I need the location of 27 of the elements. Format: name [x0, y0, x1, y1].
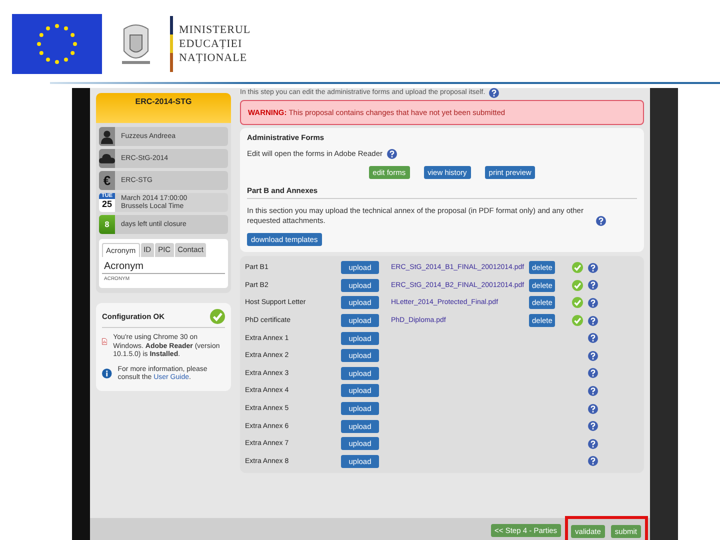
- help-icon[interactable]: [588, 298, 598, 308]
- help-icon[interactable]: [588, 368, 598, 378]
- euro-symbol: €: [103, 173, 111, 188]
- ministry-name: EDUCAȚIEI: [179, 38, 244, 50]
- ministry-name: NAȚIONALE: [179, 52, 248, 64]
- count-badge: 8: [99, 215, 115, 234]
- help-icon[interactable]: [588, 421, 598, 432]
- person-icon: [101, 130, 113, 144]
- help-icon[interactable]: [596, 216, 606, 226]
- help-icon[interactable]: [588, 404, 598, 414]
- tricolor-bar: [170, 16, 173, 72]
- help-icon[interactable]: [588, 280, 598, 290]
- acronym-field[interactable]: Acronym: [102, 260, 225, 274]
- help-icon[interactable]: [386, 149, 396, 159]
- help-icon[interactable]: [588, 350, 598, 361]
- help-icon[interactable]: [588, 262, 598, 273]
- call-title-bar: ERC-2014-STG: [96, 93, 231, 123]
- help-icon[interactable]: [588, 386, 598, 396]
- cloud-icon: [99, 153, 115, 164]
- info-icon: [102, 366, 112, 380]
- help-icon[interactable]: [588, 456, 598, 466]
- help-icon[interactable]: [489, 88, 500, 98]
- help-icon[interactable]: [588, 333, 598, 344]
- help-icon[interactable]: [588, 438, 598, 449]
- ministry-name: MINISTERUL: [179, 24, 251, 36]
- check-icon: [210, 309, 225, 324]
- help-icon[interactable]: [588, 316, 598, 326]
